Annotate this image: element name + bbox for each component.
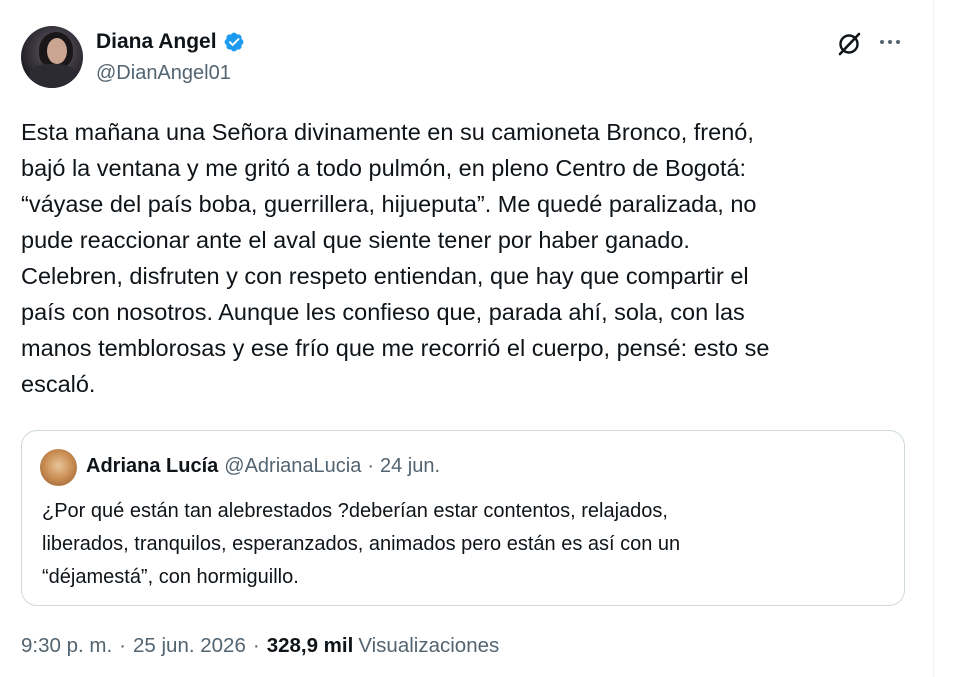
views-label: Visualizaciones [358,634,500,657]
quoted-author-handle[interactable]: @AdrianaLucia [224,455,361,478]
separator-dot: · [252,634,260,657]
more-options-icon[interactable] [880,32,906,52]
separator-dot: · [367,455,374,477]
quoted-tweet-text: ¿Por qué están tan alebrestados ?debería… [42,500,681,588]
quoted-tweet-header: Adriana Lucía @AdrianaLucia · 24 jun. [86,455,440,478]
verified-badge-icon[interactable] [223,31,245,53]
author-name[interactable]: Diana Angel [96,30,217,54]
quoted-tweet-date[interactable]: 24 jun. [380,455,440,478]
separator-dot: · [119,634,126,657]
quoted-author-name[interactable]: Adriana Lucía [86,455,218,478]
author-avatar[interactable] [21,26,83,88]
tweet-meta: 9:30 p. m. · 25 jun. 2026 · 328,9 mil Vi… [21,634,499,658]
quoted-tweet[interactable]: Adriana Lucía @AdrianaLucia · 24 jun. ¿P… [21,430,905,606]
tweet-text: Esta mañana una Señora divinamente en su… [21,119,770,397]
author-handle[interactable]: @DianAngel01 [96,62,231,85]
tweet-time[interactable]: 9:30 p. m. [21,634,112,658]
views-count[interactable]: 328,9 mil [267,634,354,658]
tweet-date[interactable]: 25 jun. 2026 [133,634,246,658]
quoted-author-avatar[interactable] [40,449,77,486]
column-divider [933,0,934,677]
grok-icon[interactable] [836,31,862,57]
author-name-row: Diana Angel [96,30,245,54]
